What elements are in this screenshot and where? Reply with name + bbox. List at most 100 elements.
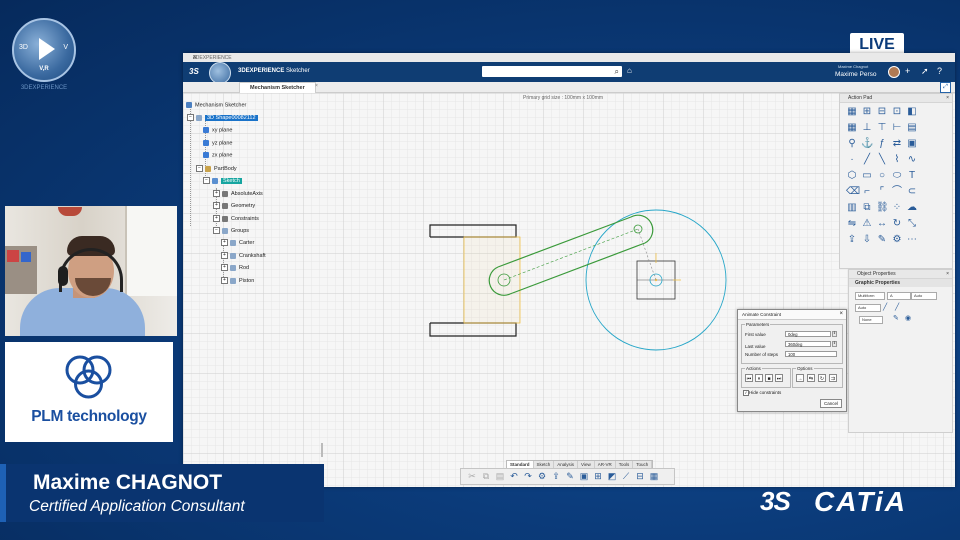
line-style-icon-2[interactable]: ╱ <box>895 303 899 311</box>
tree-item-plane-yz[interactable]: yz plane <box>203 140 233 146</box>
last-value-spinner[interactable]: ⇕ <box>832 341 837 347</box>
cut-icon[interactable]: ✂ <box>467 471 477 482</box>
spline-icon[interactable]: ∿ <box>906 154 918 166</box>
steps-field[interactable]: 100 <box>785 351 837 357</box>
wrench-icon[interactable]: ✎ <box>876 234 888 246</box>
close-icon[interactable]: × <box>839 310 843 319</box>
tree-item-crankshaft[interactable]: + Crankshaft <box>221 252 266 259</box>
color-icon[interactable]: ◉ <box>905 314 911 322</box>
collapse-icon[interactable]: − <box>203 177 210 184</box>
first-value-spinner[interactable]: ⇕ <box>832 331 837 337</box>
expand-node-icon[interactable]: + <box>213 190 220 197</box>
tab-touch[interactable]: Touch <box>633 461 653 468</box>
expand-node-icon[interactable]: + <box>213 202 220 209</box>
fill-select[interactable]: None <box>859 316 883 324</box>
collapse-icon[interactable]: − <box>196 165 203 172</box>
user-name[interactable]: Maxime Perso <box>835 71 877 78</box>
tab-view[interactable]: View <box>578 461 595 468</box>
grid-icon[interactable]: ▦ <box>846 106 858 118</box>
tab-analysis[interactable]: Analysis <box>554 461 579 468</box>
auto-constraint-icon[interactable]: ⊢ <box>891 122 903 134</box>
pattern-tool-icon[interactable]: ⊟ <box>635 471 645 482</box>
construction-icon[interactable]: ⊟ <box>876 106 888 118</box>
expand-node-icon[interactable]: + <box>221 239 228 246</box>
intersect-icon[interactable]: ⧉ <box>861 202 873 214</box>
scrollbar[interactable] <box>321 443 323 457</box>
link-icon[interactable]: ⛓ <box>876 202 889 214</box>
copy-icon[interactable]: ⧉ <box>481 471 491 482</box>
share-icon[interactable]: ➚ <box>921 66 937 77</box>
visibility-icon[interactable]: ◧ <box>906 106 918 118</box>
import-icon[interactable]: ⇩ <box>861 234 873 246</box>
expand-node-icon[interactable]: + <box>213 215 220 222</box>
sync-icon[interactable]: ⇄ <box>891 138 903 150</box>
update-icon[interactable]: ⚙ <box>537 471 547 482</box>
warning-icon[interactable]: ⚠ <box>861 218 873 230</box>
tab-standard[interactable]: Standard <box>507 461 534 468</box>
animate-tool-icon[interactable]: ▦ <box>649 471 659 482</box>
cut-icon[interactable]: ▦ <box>846 122 858 134</box>
measure-tool-icon[interactable]: ⟋ <box>621 471 631 482</box>
tree-item-geometry[interactable]: + Geometry <box>213 202 255 209</box>
snap-icon[interactable]: ⊞ <box>861 106 873 118</box>
exit-icon[interactable]: ⇪ <box>551 471 561 482</box>
polyline-icon[interactable]: ╲ <box>876 154 888 166</box>
expand-node-icon[interactable]: + <box>221 252 228 259</box>
tree-item-rod[interactable]: + Rod <box>221 264 249 271</box>
dimension-icon[interactable]: ⊡ <box>891 106 903 118</box>
tree-item-carter[interactable]: + Carter <box>221 239 254 246</box>
rotate-icon[interactable]: ↻ <box>891 218 903 230</box>
profile-icon[interactable]: ⌇ <box>891 154 903 166</box>
first-frame-button[interactable]: ⏮ <box>745 374 753 382</box>
compass-button[interactable] <box>209 62 231 84</box>
anchor-icon[interactable]: ⚓ <box>861 138 873 150</box>
tab-tools[interactable]: Tools <box>616 461 634 468</box>
fix-icon[interactable]: ⊤ <box>876 122 888 134</box>
cloud-icon[interactable]: ☁ <box>906 202 918 214</box>
circle-icon[interactable]: ○ <box>876 170 888 182</box>
line-style-icon[interactable]: ╱ <box>883 303 887 311</box>
expand-node-icon[interactable]: + <box>221 277 228 284</box>
collapse-icon[interactable]: − <box>213 227 220 234</box>
tag-icon[interactable]: ⌂ <box>627 66 632 75</box>
tab-mechanism-sketcher[interactable]: Mechanism Sketcher <box>239 82 316 93</box>
settings-icon[interactable]: ⚙ <box>891 234 903 246</box>
pattern-icon[interactable]: ⁘ <box>891 202 903 214</box>
trim-icon[interactable]: ⌫ <box>846 186 860 198</box>
paste-icon[interactable]: ▤ <box>495 471 505 482</box>
last-value-field[interactable]: 360deg <box>785 341 831 347</box>
mirror-icon[interactable]: ⇋ <box>846 218 858 230</box>
ellipse-icon[interactable]: ⬭ <box>891 170 903 182</box>
expand-node-icon[interactable]: + <box>221 264 228 271</box>
translate-icon[interactable]: ↔ <box>876 218 888 230</box>
thickness-select[interactable]: Auto <box>911 292 937 300</box>
chamfer-icon[interactable]: ⌜ <box>876 186 888 198</box>
first-value-field[interactable]: 0deg <box>785 331 831 337</box>
tree-item-piston[interactable]: + Piston <box>221 277 254 284</box>
search-input[interactable]: ⌕ <box>482 66 622 77</box>
tree-item-absoluteaxis[interactable]: + AbsoluteAxis <box>213 190 263 197</box>
tab-sketch[interactable]: Sketch <box>534 461 555 468</box>
pause-button[interactable]: ⏸ <box>755 374 763 382</box>
avatar[interactable] <box>888 66 900 78</box>
corner-icon[interactable]: ⌐ <box>861 186 873 198</box>
undo-icon[interactable]: ↶ <box>509 471 519 482</box>
formula-icon[interactable]: ƒ <box>876 138 888 150</box>
tree-item-sketch[interactable]: − Sketch <box>203 177 242 184</box>
tree-item-shape[interactable]: − 3D Shape00082112 <box>187 114 258 121</box>
rectangle-icon[interactable]: ▭ <box>861 170 873 182</box>
solve-icon[interactable]: ▣ <box>906 138 918 150</box>
window-close-button[interactable]: × <box>193 55 951 61</box>
weight-select[interactable]: Auto <box>855 304 881 312</box>
one-shot-icon[interactable]: → <box>796 374 804 382</box>
edit-icon[interactable]: ✎ <box>565 471 575 482</box>
close-icon[interactable]: × <box>946 270 949 278</box>
collapse-icon[interactable]: − <box>187 114 194 121</box>
line-icon[interactable]: ╱ <box>861 154 873 166</box>
sketch-tool-icon[interactable]: ◩ <box>607 471 617 482</box>
offset-icon[interactable]: ⊂ <box>906 186 918 198</box>
tab-ar-vr[interactable]: AR-VR <box>595 461 616 468</box>
measure-icon[interactable]: ⚲ <box>846 138 858 150</box>
expand-icon[interactable]: ⤢ <box>940 82 951 93</box>
tree-item-partbody[interactable]: − PartBody <box>196 165 237 172</box>
